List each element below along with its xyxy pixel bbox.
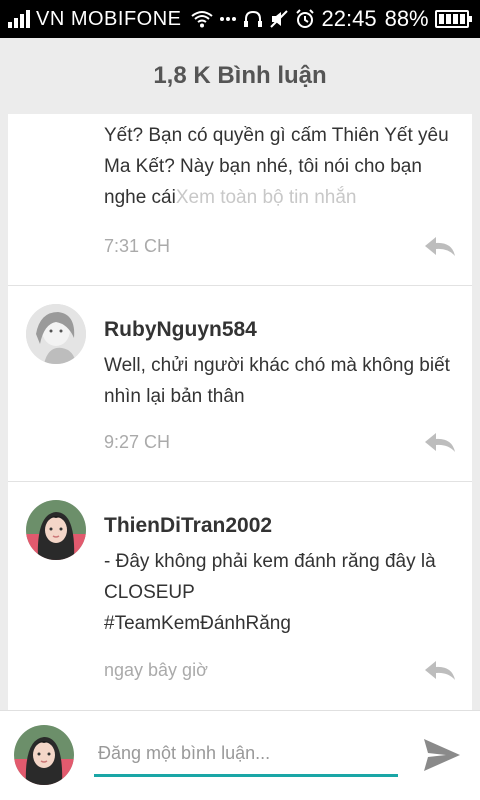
reply-icon[interactable] xyxy=(422,234,458,258)
reply-icon[interactable] xyxy=(422,430,458,454)
comment-composer xyxy=(0,710,480,800)
comment-time: 7:31 CH xyxy=(104,236,171,256)
more-dots-icon xyxy=(219,16,237,22)
send-icon xyxy=(424,739,460,771)
clock: 22:45 xyxy=(321,6,377,31)
see-full-message-link[interactable]: Xem toàn bộ tin nhắn xyxy=(176,187,357,208)
signal-icon xyxy=(8,10,30,28)
comments-header: 1,8 K Bình luận xyxy=(0,38,480,114)
comment-item: RubyNguyn584 Well, chửi người khác chó m… xyxy=(8,286,472,482)
comment-time: ngay bây giờ xyxy=(104,660,208,680)
page-title: 1,8 K Bình luận xyxy=(153,62,327,89)
comment-text: - Đây không phải kem đánh răng đây là CL… xyxy=(104,551,436,634)
reply-icon[interactable] xyxy=(422,658,458,682)
alarm-icon xyxy=(295,9,315,29)
comment-time: 9:27 CH xyxy=(104,432,171,452)
comment-item: ThienDiTran2002 - Đây không phải kem đán… xyxy=(8,482,472,710)
send-button[interactable] xyxy=(420,735,464,775)
comment-username[interactable]: RubyNguyn584 xyxy=(104,316,452,344)
comment-input[interactable] xyxy=(94,733,398,777)
wifi-icon xyxy=(190,10,213,28)
headphones-icon xyxy=(243,10,263,28)
comment-text: Well, chửi người khác chó mà không biết … xyxy=(104,355,450,407)
battery-percent: 88% xyxy=(384,6,429,31)
comment-item: Yết? Bạn có quyền gì cấm Thiên Yết yêu M… xyxy=(8,114,472,286)
avatar[interactable] xyxy=(26,500,86,560)
battery-icon xyxy=(434,10,472,28)
status-bar: VN MOBIFONE 22:45 88% xyxy=(0,0,480,38)
avatar[interactable] xyxy=(26,304,86,364)
avatar xyxy=(14,725,74,785)
comment-list[interactable]: Yết? Bạn có quyền gì cấm Thiên Yết yêu M… xyxy=(8,114,472,710)
comment-username[interactable]: ThienDiTran2002 xyxy=(104,512,452,540)
mute-icon xyxy=(269,9,289,29)
comment-text: Yết? Bạn có quyền gì cấm Thiên Yết yêu M… xyxy=(104,120,452,213)
carrier-name: VN MOBIFONE xyxy=(36,7,182,30)
